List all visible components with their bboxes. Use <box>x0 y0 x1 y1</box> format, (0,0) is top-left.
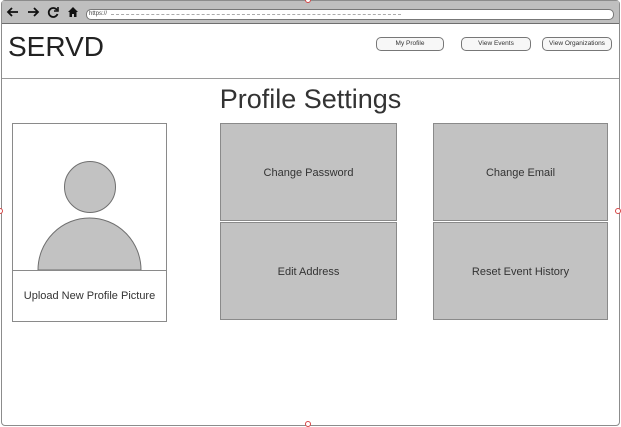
view-events-button[interactable]: View Events <box>461 37 531 51</box>
page-title: Profile Settings <box>219 84 402 114</box>
selection-handle-right[interactable] <box>615 208 621 214</box>
avatar-placeholder <box>13 124 166 271</box>
reset-event-history-button[interactable]: Reset Event History <box>433 222 608 320</box>
upload-profile-picture-button[interactable]: Upload New Profile Picture <box>13 271 166 321</box>
change-password-button[interactable]: Change Password <box>220 123 397 221</box>
avatar-head <box>64 161 116 213</box>
profile-picture-card: Upload New Profile Picture <box>12 123 167 322</box>
address-bar-placeholder-line <box>111 14 401 15</box>
selection-handle-bottom[interactable] <box>305 421 311 427</box>
avatar-body <box>37 217 142 271</box>
header-divider <box>2 78 619 79</box>
edit-address-button[interactable]: Edit Address <box>220 222 397 320</box>
brand-logo[interactable]: SERVD <box>8 31 104 63</box>
home-icon[interactable] <box>66 5 80 19</box>
back-arrow-icon[interactable] <box>6 5 20 19</box>
browser-toolbar: https:// <box>2 1 619 24</box>
browser-window: https:// SERVD My Profile View Events Vi… <box>1 0 620 426</box>
change-email-button[interactable]: Change Email <box>433 123 608 221</box>
reload-icon[interactable] <box>46 5 60 19</box>
my-profile-button[interactable]: My Profile <box>376 37 444 51</box>
address-bar-text: https:// <box>89 11 108 17</box>
view-organizations-button[interactable]: View Organizations <box>542 37 612 51</box>
forward-arrow-icon[interactable] <box>26 5 40 19</box>
address-bar[interactable]: https:// <box>86 9 614 20</box>
